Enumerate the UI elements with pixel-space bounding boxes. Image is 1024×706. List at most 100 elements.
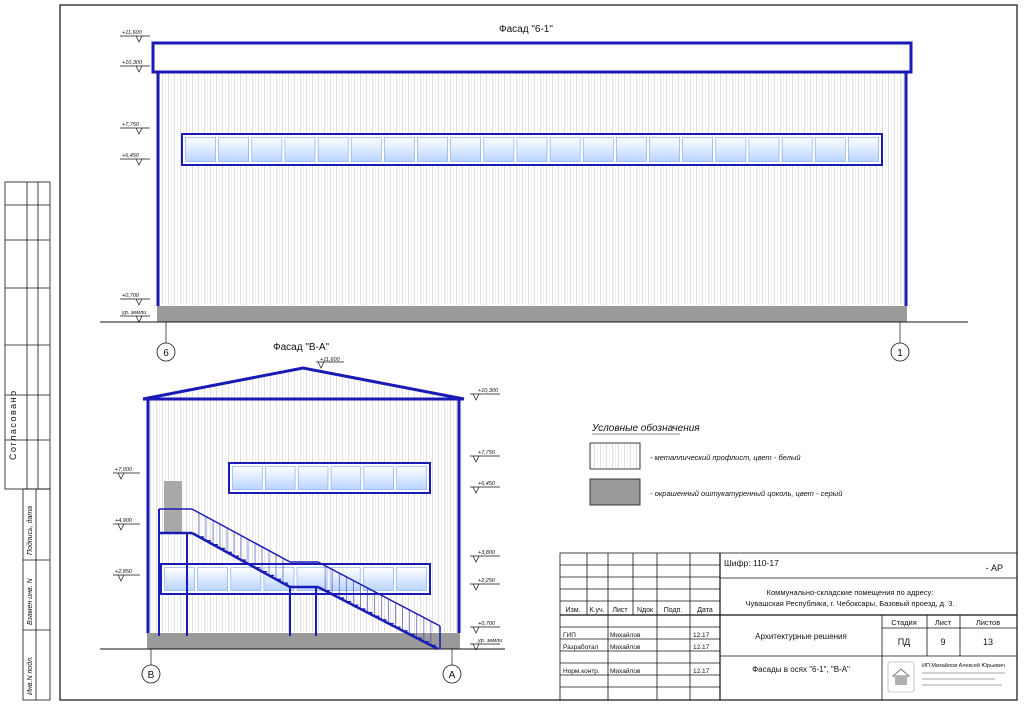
side-level-4900: +4,900 bbox=[115, 518, 133, 524]
tb-stage-label: Стадия bbox=[891, 618, 917, 627]
facade-top-cladding bbox=[157, 72, 907, 305]
facade-top-level-marks bbox=[120, 35, 150, 323]
window-pane bbox=[715, 137, 747, 162]
side-level-0700: +0,700 bbox=[478, 621, 496, 627]
tb-sheets: 13 bbox=[983, 637, 993, 647]
side-level-ground: ур. земли bbox=[477, 638, 502, 644]
top-level-ground: ур. земли bbox=[121, 310, 146, 316]
tb-header-izm: Изм. bbox=[566, 607, 581, 614]
side-level-7750: +7,750 bbox=[478, 450, 496, 456]
tb-header-ndok: Nдок bbox=[637, 607, 654, 614]
window-pane bbox=[362, 567, 394, 591]
tb-sheet-label: Лист bbox=[935, 618, 952, 627]
facade-side-lower-window bbox=[160, 563, 431, 595]
side-level-3800: +3,800 bbox=[478, 550, 496, 556]
company-logo bbox=[887, 661, 915, 693]
window-pane bbox=[814, 137, 846, 162]
side-level-2250: +2,250 bbox=[478, 578, 496, 584]
side-left-level-marks bbox=[113, 472, 140, 582]
legend-item-profile: - металлический профлист, цвет - белый bbox=[650, 453, 801, 462]
tb-object-line2: Чувашская Республика, г. Чебоксары, Базо… bbox=[746, 599, 955, 608]
window-pane bbox=[516, 137, 548, 162]
facade-top-title: Фасад "6-1" bbox=[499, 24, 553, 35]
facade-side-chimney bbox=[164, 481, 182, 533]
tb-row1-name: Михайлов bbox=[610, 631, 641, 639]
legend-swatch-profile bbox=[589, 442, 641, 470]
tb-discipline: Архитектурные решения bbox=[755, 632, 847, 641]
top-level-11600: +11,600 bbox=[122, 30, 143, 36]
tb-row1-role: ГИП bbox=[563, 632, 576, 639]
tb-header-podp: Подп. bbox=[664, 607, 683, 614]
stamp-orig-inv: Инв.N подл. bbox=[26, 656, 34, 695]
window-pane bbox=[230, 567, 262, 591]
tb-row3-role: Норм.контр. bbox=[563, 668, 600, 675]
window-pane bbox=[781, 137, 813, 162]
window-pane bbox=[330, 466, 362, 490]
window-pane bbox=[649, 137, 680, 162]
tb-sheets-label: Листов bbox=[976, 618, 1000, 627]
stamp-replace-inv: Взамен инв. N bbox=[27, 577, 34, 625]
window-pane bbox=[297, 466, 329, 490]
company-fineprint bbox=[922, 672, 1005, 686]
tb-row3-date: 12.17 bbox=[693, 668, 710, 675]
tb-header-kuch: К.уч. bbox=[589, 607, 604, 614]
window-pane bbox=[251, 137, 283, 162]
facade-top-plinth bbox=[157, 306, 907, 322]
facade-side-upper-window bbox=[228, 462, 431, 494]
window-pane bbox=[185, 137, 216, 162]
window-pane bbox=[582, 137, 614, 162]
window-pane bbox=[549, 137, 581, 162]
window-pane bbox=[616, 137, 647, 162]
window-pane bbox=[197, 567, 229, 591]
tb-row2-role: Разработал bbox=[563, 643, 599, 651]
side-ridge-level: +11,600 bbox=[320, 357, 341, 363]
facade-top-window-band bbox=[181, 133, 883, 166]
axis-v-label: В bbox=[148, 670, 155, 681]
side-right-level-marks bbox=[470, 393, 500, 651]
tb-company: ИП Михайлов Алексей Юрьевич bbox=[922, 662, 1005, 669]
tb-row3-name: Михайлов bbox=[610, 667, 641, 675]
window-pane bbox=[417, 137, 448, 162]
top-level-6450: +6,450 bbox=[122, 153, 140, 159]
tb-header-data: Дата bbox=[697, 607, 713, 614]
top-level-7750: +7,750 bbox=[122, 122, 140, 128]
window-pane bbox=[848, 137, 879, 162]
legend-swatch-plinth bbox=[589, 478, 641, 506]
window-pane bbox=[218, 137, 250, 162]
facade-side-title: Фасад "В-А" bbox=[273, 342, 330, 353]
tb-section: - АР bbox=[985, 563, 1003, 573]
window-pane bbox=[350, 137, 382, 162]
window-pane bbox=[748, 137, 780, 162]
tb-sheet-title: Фасады в осях "6-1", "В-А" bbox=[752, 665, 850, 674]
axis-1-label: 1 bbox=[897, 348, 903, 359]
tb-row1-date: 12.17 bbox=[693, 632, 710, 639]
tb-header-list: Лист bbox=[612, 607, 628, 614]
tb-row2-name: Михайлов bbox=[610, 643, 641, 651]
tb-stage: ПД bbox=[898, 637, 911, 647]
window-pane bbox=[232, 466, 263, 490]
window-pane bbox=[363, 466, 394, 490]
legend-title: Условные обозначения bbox=[591, 422, 700, 434]
window-pane bbox=[384, 137, 415, 162]
window-pane bbox=[682, 137, 713, 162]
window-pane bbox=[284, 137, 316, 162]
drawing-sheet: Согласовано Подпись, дата Взамен инв. N … bbox=[4, 4, 1018, 701]
tb-row2-date: 12.17 bbox=[693, 644, 710, 651]
tb-sheet: 9 bbox=[940, 637, 945, 647]
window-pane bbox=[164, 567, 195, 591]
window-pane bbox=[483, 137, 515, 162]
stamp-sign-date: Подпись, дата bbox=[26, 506, 34, 555]
window-pane bbox=[264, 466, 296, 490]
top-level-10300: +10,300 bbox=[122, 60, 143, 66]
window-pane bbox=[396, 567, 427, 591]
stamp-agreed: Согласовано bbox=[8, 389, 18, 460]
axis-6-label: 6 bbox=[163, 348, 169, 359]
window-pane bbox=[396, 466, 427, 490]
top-level-0700: +0,700 bbox=[122, 293, 140, 299]
axis-a-label: А bbox=[449, 670, 456, 681]
window-pane bbox=[317, 137, 349, 162]
side-level-7000: +7,000 bbox=[115, 467, 133, 473]
side-level-6450: +6,450 bbox=[478, 481, 496, 487]
window-pane bbox=[450, 137, 482, 162]
side-level-2850: +2,850 bbox=[115, 569, 133, 575]
